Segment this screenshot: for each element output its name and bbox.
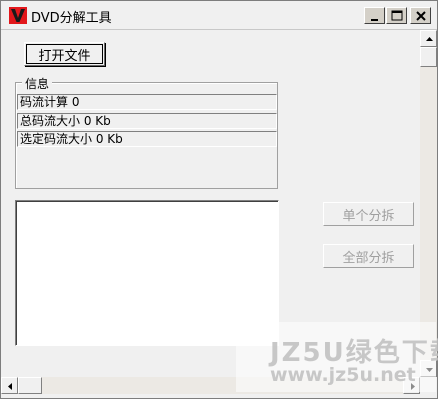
minimize-icon (371, 19, 378, 21)
title-bar[interactable]: DVD分解工具 (1, 1, 437, 30)
stream-count-field: 码流计算 0 (17, 94, 277, 110)
watermark-url-text: www.jz5u.net (270, 364, 416, 386)
selected-stream-size-field: 选定码流大小 0 Kb (17, 131, 277, 147)
minimize-button[interactable] (364, 7, 385, 24)
close-button[interactable] (410, 7, 431, 24)
split-all-button[interactable]: 全部分拆 (323, 244, 414, 268)
arrow-left-icon (8, 383, 12, 390)
vertical-scroll-thumb[interactable] (420, 47, 437, 67)
scroll-up-button[interactable] (420, 30, 437, 47)
horizontal-scroll-thumb[interactable] (18, 377, 42, 394)
split-single-button[interactable]: 单个分拆 (323, 202, 414, 226)
maximize-button[interactable] (386, 7, 407, 24)
scroll-left-button[interactable] (1, 377, 18, 394)
window-title: DVD分解工具 (31, 11, 112, 26)
info-group-title: 信息 (22, 75, 53, 92)
arrow-up-icon (426, 37, 433, 41)
total-stream-size-field: 总码流大小 0 Kb (17, 113, 277, 129)
app-v-icon (9, 7, 27, 24)
maximize-icon (391, 10, 403, 21)
open-file-button[interactable]: 打开文件 (24, 42, 105, 66)
close-icon (416, 11, 426, 21)
